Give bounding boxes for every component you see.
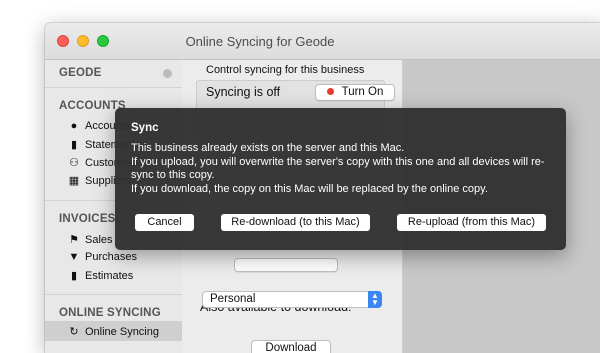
sidebar-item-label: Purchases — [85, 251, 137, 263]
sidebar-item-estimates[interactable]: ▮ Estimates — [67, 269, 133, 282]
window-title: Online Syncing for Geode — [185, 34, 335, 49]
divider — [45, 294, 182, 295]
download-option-select[interactable]: Personal ▲ ▼ — [202, 291, 382, 308]
turn-on-label: Turn On — [341, 86, 384, 98]
dialog-line: If you download, the copy on this Mac wi… — [131, 182, 488, 195]
dialog-message: This business already exists on the serv… — [131, 142, 556, 196]
dialog-line: If you upload, you will overwrite the se… — [131, 155, 545, 182]
sync-dialog: Sync This business already exists on the… — [115, 108, 566, 250]
customers-icon: ⚇ — [69, 157, 79, 169]
business-name[interactable]: GEODE — [59, 67, 102, 79]
sidebar-item-label: Estimates — [85, 270, 134, 282]
section-invoices: INVOICES — [59, 213, 116, 225]
sync-icon: ↻ — [69, 326, 79, 338]
status-dot-icon — [163, 69, 172, 78]
sidebar-item-online-syncing[interactable]: ↻ Online Syncing — [67, 325, 159, 338]
control-syncing-label: Control syncing for this business — [206, 64, 365, 76]
sidebar-item-sales[interactable]: ⚑ Sales — [67, 233, 113, 246]
divider — [45, 87, 182, 88]
dialog-title: Sync — [131, 122, 159, 134]
statement-icon: ▮ — [70, 139, 78, 151]
record-dot-icon — [326, 88, 334, 95]
tag-icon: ⚑ — [69, 234, 79, 246]
sidebar-item-purchases[interactable]: ▼ Purchases — [67, 251, 137, 263]
section-online-syncing: ONLINE SYNCING — [59, 307, 161, 319]
cancel-button[interactable]: Cancel — [135, 214, 194, 231]
piggy-bank-icon: ● — [70, 120, 78, 132]
select-arrows-icon: ▲ ▼ — [368, 291, 382, 308]
sidebar-item-label: Sales — [85, 234, 113, 246]
sidebar-item-label: Online Syncing — [85, 326, 159, 338]
title-bar: Online Syncing for Geode — [45, 23, 600, 60]
download-button[interactable]: Download — [251, 340, 331, 353]
turn-on-button[interactable]: Turn On — [315, 84, 395, 101]
sync-status-text: Syncing is off — [206, 85, 281, 99]
partial-hidden-button[interactable] — [234, 258, 338, 272]
clipboard-icon: ▮ — [70, 270, 78, 282]
basket-icon: ▼ — [68, 251, 80, 263]
reupload-button[interactable]: Re-upload (from this Mac) — [397, 214, 546, 231]
dialog-line: This business already exists on the serv… — [131, 142, 405, 154]
suppliers-icon: ▦ — [68, 175, 80, 187]
selected-option: Personal — [210, 293, 256, 305]
redownload-button[interactable]: Re-download (to this Mac) — [221, 214, 370, 231]
